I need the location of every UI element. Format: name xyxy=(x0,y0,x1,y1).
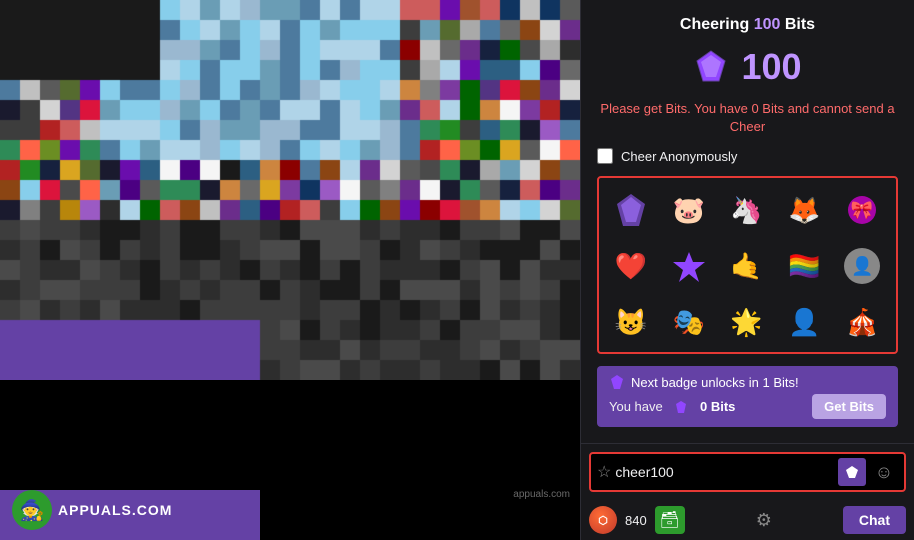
coin-count: 840 xyxy=(625,513,647,528)
emote-cell[interactable]: ❤️ xyxy=(605,240,657,292)
emote-cell[interactable]: 😺 xyxy=(605,296,657,348)
cheering-amount: 100 xyxy=(754,16,781,33)
chat-button[interactable]: Chat xyxy=(843,506,906,534)
bits-cheer-button[interactable] xyxy=(838,458,866,486)
emote-cell[interactable] xyxy=(663,240,715,292)
emote-cell[interactable]: 👤 xyxy=(836,240,888,292)
video-area: 🧙 appuals.com appuals.com xyxy=(0,0,580,540)
cheering-panel: Cheering 100 Bits 100 Please get Bits. Y… xyxy=(581,0,914,443)
emote-cell[interactable]: 🐷 xyxy=(663,184,715,236)
emote-cell[interactable]: 🏳️‍🌈 xyxy=(778,240,830,292)
emote-cell[interactable]: 🎭 xyxy=(663,296,715,348)
you-have-text: You have 0 Bits xyxy=(609,399,735,414)
emote-cell[interactable]: 🦄 xyxy=(721,184,773,236)
badge-banner-top: Next badge unlocks in 1 Bits! xyxy=(609,374,886,390)
emote-cell[interactable]: 🤙 xyxy=(721,240,773,292)
treasury-icon[interactable]: 🗃 xyxy=(655,506,685,534)
get-bits-button[interactable]: Get Bits xyxy=(812,394,886,419)
right-panel: Cheering 100 Bits 100 Please get Bits. Y… xyxy=(580,0,914,540)
anonymous-label[interactable]: Cheer Anonymously xyxy=(621,149,737,164)
badge-banner-bottom: You have 0 Bits Get Bits xyxy=(609,394,886,419)
anonymous-checkbox[interactable] xyxy=(597,148,613,164)
cheer-anonymous-row: Cheer Anonymously xyxy=(597,148,898,164)
small-gem-icon xyxy=(674,400,688,414)
emote-grid: 🐷 🦄 🦊 🎀 ❤️ 🤙 🏳️‍🌈 👤 😺 🎭 🌟 👤 🎪 xyxy=(597,176,898,354)
emote-cell[interactable]: 🎪 xyxy=(836,296,888,348)
settings-icon[interactable]: ⚙ xyxy=(756,510,772,531)
emote-cell[interactable]: 👤 xyxy=(778,296,830,348)
emote-picker-button[interactable]: ☺ xyxy=(870,458,898,486)
video-player xyxy=(0,0,580,380)
warning-text: Please get Bits. You have 0 Bits and can… xyxy=(597,100,898,136)
bits-amount-display: 100 xyxy=(597,46,898,88)
svg-text:🎀: 🎀 xyxy=(851,200,873,220)
appuals-logo: 🧙 appuals.com xyxy=(12,490,172,530)
emote-cell[interactable]: 🦊 xyxy=(778,184,830,236)
bits-number: 100 xyxy=(741,46,801,88)
chat-input-area: ☆ ☺ xyxy=(581,443,914,500)
cheer-gem-icon xyxy=(845,465,859,479)
chat-input-row: ☆ ☺ xyxy=(589,452,906,492)
bits-count: 0 Bits xyxy=(700,399,735,414)
emote-cell[interactable]: 🎀 xyxy=(836,184,888,236)
cheering-title: Cheering 100 Bits xyxy=(597,16,898,34)
emote-cell[interactable] xyxy=(605,184,657,236)
star-icon: ☆ xyxy=(597,462,611,482)
bits-gem-icon xyxy=(693,49,729,85)
bottom-bar-left: 🧙 appuals.com xyxy=(0,480,580,540)
cheering-suffix: Bits xyxy=(780,16,815,33)
logo-text: appuals.com xyxy=(58,502,172,518)
watermark-text: appuals.com xyxy=(513,489,570,500)
badge-unlock-text: Next badge unlocks in 1 Bits! xyxy=(631,375,799,390)
badge-gem-icon xyxy=(609,374,625,390)
bottom-left-icons: ⬡ 840 🗃 xyxy=(589,506,685,534)
chat-text-input[interactable] xyxy=(615,464,834,480)
logo-icon: 🧙 xyxy=(12,490,52,530)
bits-coin-icon: ⬡ xyxy=(589,506,617,534)
bottom-controls: ⬡ 840 🗃 ⚙ Chat xyxy=(581,500,914,540)
badge-banner: Next badge unlocks in 1 Bits! You have 0… xyxy=(597,366,898,427)
emote-cell[interactable]: 🌟 xyxy=(721,296,773,348)
cheering-prefix: Cheering xyxy=(680,16,754,33)
